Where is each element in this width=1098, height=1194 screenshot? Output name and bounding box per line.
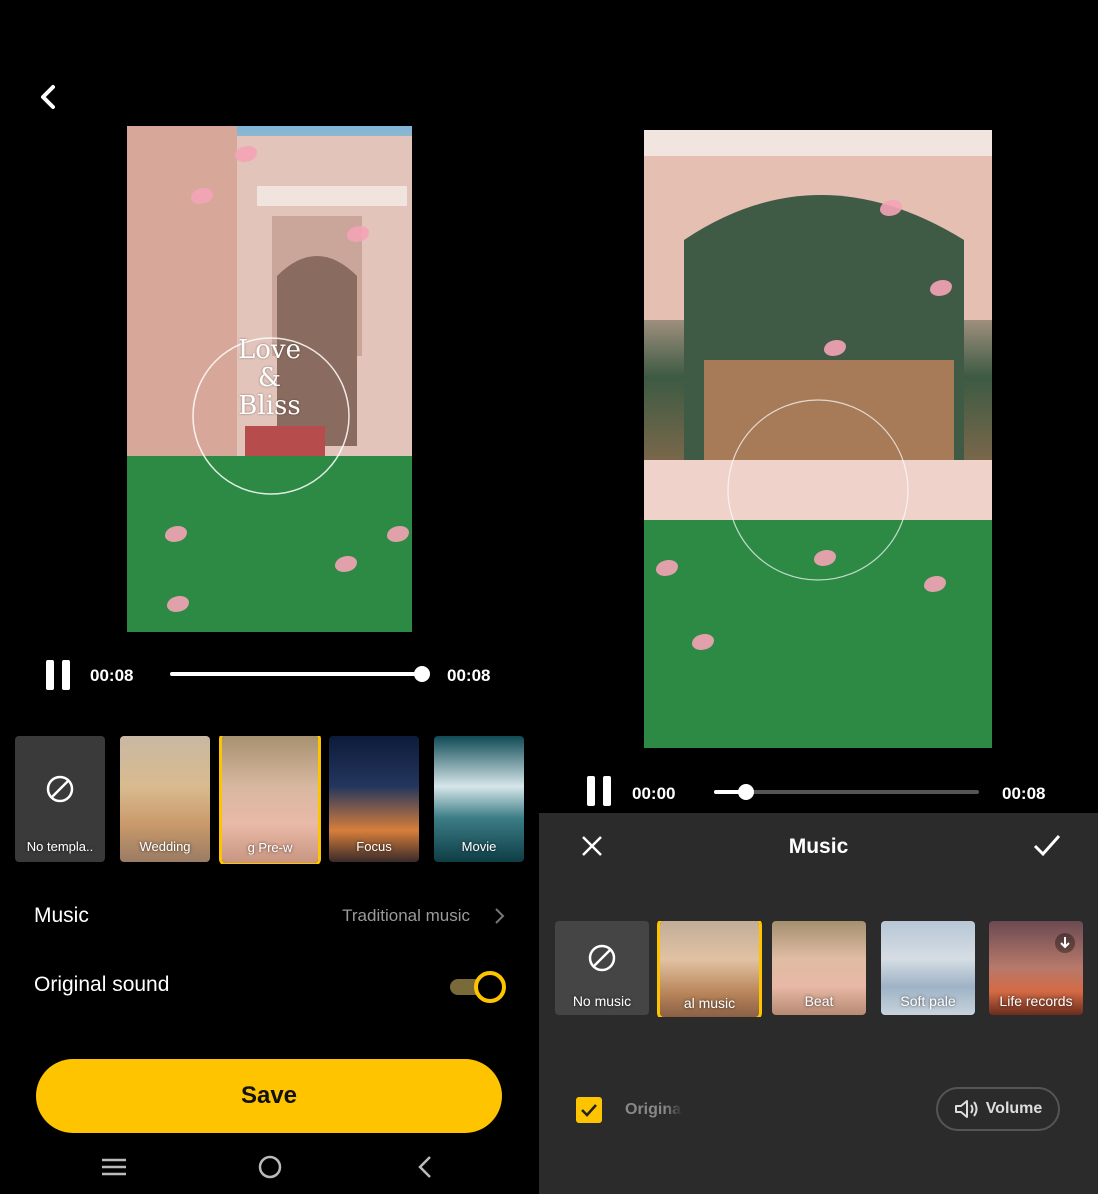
music-item-soft-pale[interactable]: Soft pale (881, 921, 975, 1015)
download-icon[interactable] (1055, 933, 1075, 953)
volume-label: Volume (985, 1100, 1043, 1117)
overlay-text: Love & Bliss (127, 336, 412, 420)
template-label: Focus (356, 839, 392, 854)
pause-icon[interactable] (587, 776, 611, 806)
template-label: Wedding (139, 839, 191, 854)
music-label: Beat (804, 993, 834, 1009)
overlay-line-3: Bliss (238, 391, 301, 421)
chevron-right-icon (495, 908, 505, 924)
original-audio-checkbox[interactable] (576, 1097, 602, 1123)
volume-button[interactable]: Volume (936, 1087, 1060, 1131)
music-label: No music (572, 993, 632, 1009)
video-preview[interactable]: Love & Bliss (127, 126, 412, 632)
music-item-beat[interactable]: Beat (772, 921, 866, 1015)
music-picker-screen: 00:00 00:08 Music No music al music Beat… (539, 0, 1098, 1194)
template-label: No templa.. (26, 839, 94, 854)
no-entry-icon (46, 775, 74, 803)
template-editor-screen: Love & Bliss 00:08 00:08 No templa.. Wed… (0, 0, 539, 1194)
template-label: Movie (461, 839, 497, 854)
seek-knob[interactable] (414, 666, 430, 682)
system-nav-bar (0, 1140, 539, 1194)
music-label: Life records (999, 993, 1073, 1009)
pause-icon[interactable] (46, 660, 70, 690)
video-preview[interactable] (644, 130, 992, 748)
template-item-wedding[interactable]: Wedding (120, 736, 210, 862)
speaker-icon (954, 1100, 978, 1118)
music-label: Soft pale (900, 993, 956, 1009)
save-button[interactable]: Save (36, 1059, 502, 1133)
template-item-none[interactable]: No templa.. (15, 736, 105, 862)
overlay-line-2: & (257, 363, 282, 393)
current-time: 00:08 (90, 666, 134, 685)
music-item-none[interactable]: No music (555, 921, 649, 1015)
music-row-value: Traditional music (342, 906, 470, 925)
original-sound-label: Original sound (34, 973, 170, 996)
back-arrow-icon[interactable] (34, 82, 62, 112)
menu-icon[interactable] (99, 1152, 129, 1182)
seek-track[interactable] (170, 672, 422, 676)
sheet-header: Music (539, 813, 1098, 879)
music-item-life-records[interactable]: Life records (989, 921, 1083, 1015)
music-sheet: Music No music al music Beat Soft pale L… (539, 813, 1098, 1194)
template-list: No templa.. Wedding g Pre-w Focus Movie (15, 736, 539, 864)
music-list: No music al music Beat Soft pale Life re… (555, 921, 1098, 1017)
template-item-pre-wedding[interactable]: g Pre-w (219, 736, 321, 864)
venue-illustration (644, 130, 992, 748)
no-entry-icon (588, 944, 616, 972)
seek-knob[interactable] (738, 784, 754, 800)
music-row[interactable]: Music Traditional music (34, 896, 506, 936)
music-item-traditional[interactable]: al music (657, 921, 762, 1017)
playback-bar: 00:08 00:08 (0, 650, 539, 702)
overlay-line-1: Love (238, 335, 301, 365)
music-label: al music (683, 995, 736, 1011)
total-time: 00:08 (1002, 784, 1046, 803)
original-audio-row: Original Volume (539, 1085, 1098, 1135)
home-icon[interactable] (255, 1152, 285, 1182)
total-time: 00:08 (447, 666, 491, 685)
template-item-focus[interactable]: Focus (329, 736, 419, 862)
music-row-label: Music (34, 904, 89, 927)
nav-back-icon[interactable] (410, 1152, 440, 1182)
current-time: 00:00 (632, 784, 676, 803)
template-item-movie[interactable]: Movie (434, 736, 524, 862)
original-sound-row: Original sound (34, 965, 506, 1005)
check-icon[interactable] (1032, 831, 1062, 859)
playback-bar: 00:00 00:08 (539, 770, 1098, 814)
template-label: g Pre-w (247, 840, 293, 855)
checkmark-icon (581, 1104, 597, 1117)
original-audio-label: Original (625, 1101, 683, 1118)
sheet-title: Music (788, 835, 849, 858)
original-sound-toggle[interactable] (448, 971, 506, 1003)
